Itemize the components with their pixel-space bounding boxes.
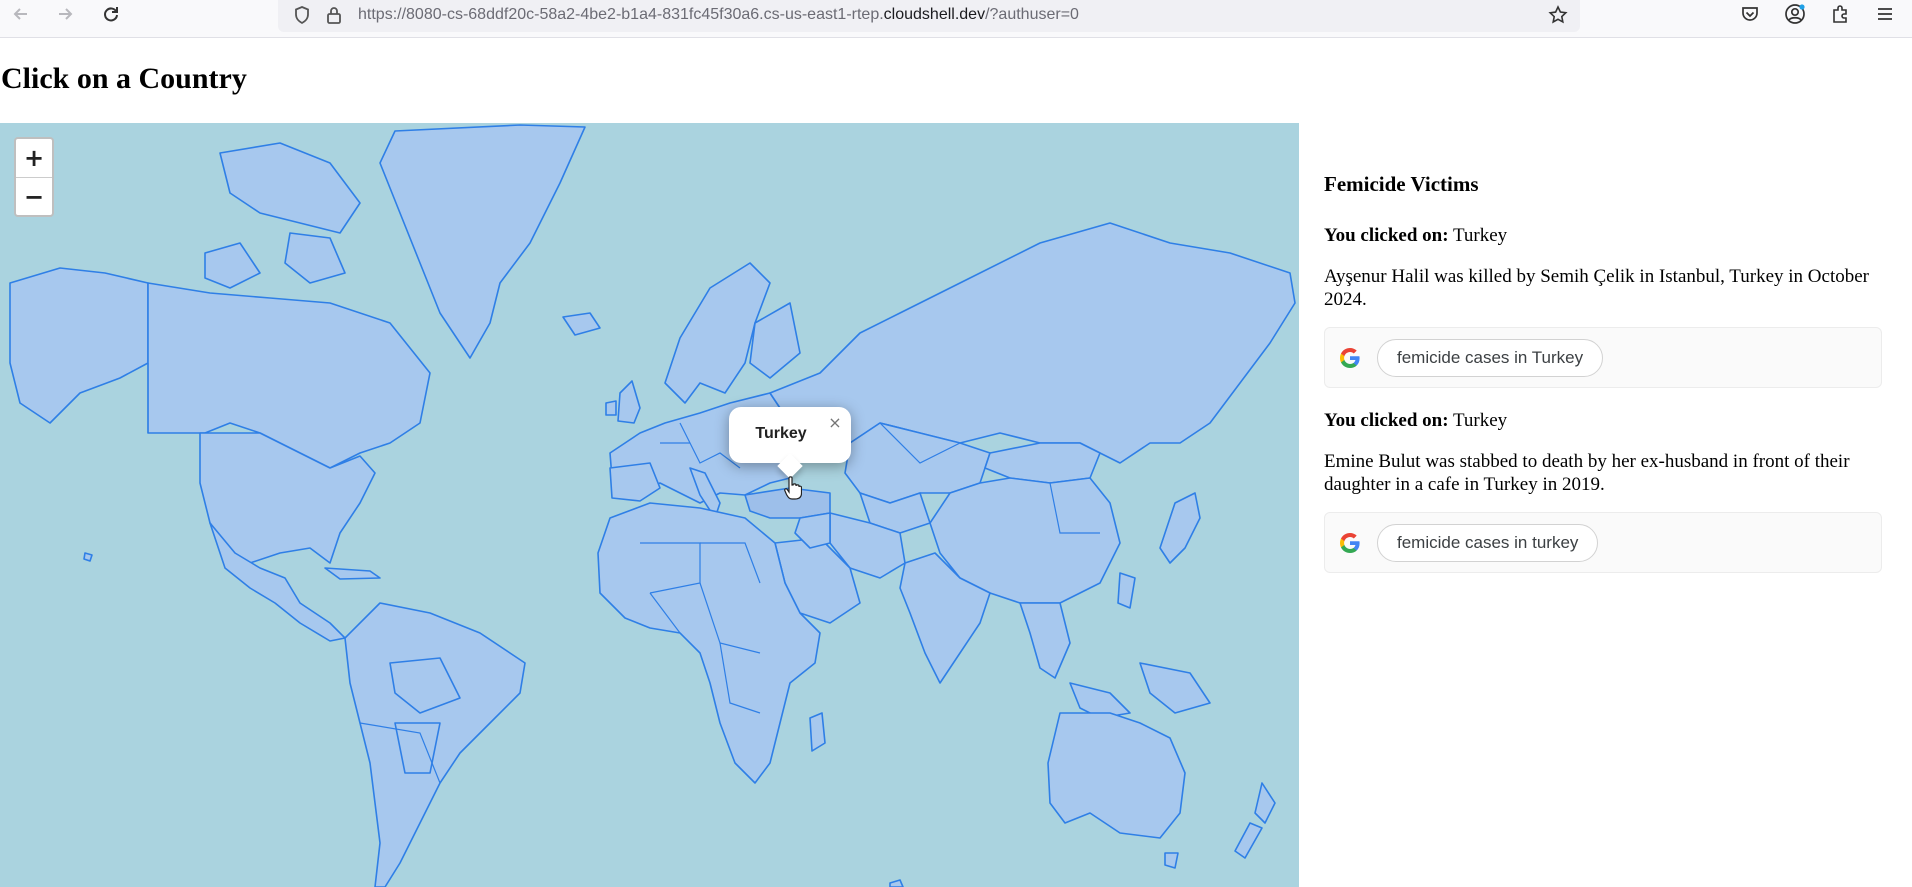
victim-story: Ayşenur Halil was killed by Semih Çelik … bbox=[1324, 266, 1869, 310]
search-chip[interactable]: femicide cases in turkey bbox=[1377, 524, 1599, 562]
country-greenland bbox=[379, 124, 586, 359]
victims-panel: Femicide Victims You clicked on: Turkey … bbox=[1324, 172, 1882, 595]
country-alaska bbox=[9, 267, 149, 424]
world-map[interactable]: + − Turkey × bbox=[0, 123, 1299, 887]
zoom-out-button[interactable]: − bbox=[16, 177, 52, 215]
clicked-label: You clicked on: bbox=[1324, 225, 1449, 246]
clicked-label: You clicked on: bbox=[1324, 410, 1449, 431]
account-icon[interactable] bbox=[1780, 0, 1810, 28]
page-title: Click on a Country bbox=[1, 62, 247, 95]
country-japan bbox=[1159, 492, 1201, 564]
google-search-suggestion: femicide cases in turkey bbox=[1324, 512, 1882, 573]
back-arrow-icon[interactable] bbox=[6, 0, 36, 28]
country-uk bbox=[617, 380, 641, 424]
address-bar[interactable]: https://8080-cs-68ddf20c-58a2-4be2-b1a4-… bbox=[278, 0, 1580, 32]
country-shapes[interactable] bbox=[0, 123, 1299, 887]
lock-icon[interactable] bbox=[322, 3, 346, 27]
popup-country-label: Turkey bbox=[755, 425, 807, 442]
country-canada-islands bbox=[219, 142, 361, 234]
zoom-in-button[interactable]: + bbox=[16, 139, 52, 177]
country-canada bbox=[147, 282, 431, 469]
clicked-country-line: You clicked on: Turkey bbox=[1324, 225, 1882, 247]
clicked-country: Turkey bbox=[1448, 225, 1508, 246]
clicked-country: Turkey bbox=[1448, 410, 1508, 431]
forward-arrow-icon[interactable] bbox=[50, 0, 80, 28]
clicked-country-line: You clicked on: Turkey bbox=[1324, 410, 1882, 432]
star-icon[interactable] bbox=[1546, 3, 1570, 27]
google-logo-icon bbox=[1340, 348, 1360, 368]
reload-icon[interactable] bbox=[96, 0, 126, 28]
google-logo-icon bbox=[1340, 533, 1360, 553]
victim-story: Emine Bulut was stabbed to death by her … bbox=[1324, 451, 1850, 495]
country-mongolia bbox=[984, 442, 1101, 484]
extensions-icon[interactable] bbox=[1825, 0, 1855, 28]
url-text: https://8080-cs-68ddf20c-58a2-4be2-b1a4-… bbox=[358, 6, 1079, 23]
country-australia bbox=[1047, 712, 1186, 839]
country-popup: Turkey × bbox=[729, 407, 851, 479]
popup-close-button[interactable]: × bbox=[825, 413, 845, 433]
pocket-icon[interactable] bbox=[1735, 0, 1765, 28]
hand-cursor-icon bbox=[784, 476, 802, 500]
panel-heading: Femicide Victims bbox=[1324, 172, 1479, 196]
browser-toolbar: https://8080-cs-68ddf20c-58a2-4be2-b1a4-… bbox=[0, 0, 1912, 38]
menu-icon[interactable] bbox=[1870, 0, 1900, 28]
country-spain bbox=[609, 462, 661, 502]
shield-icon[interactable] bbox=[290, 3, 314, 27]
google-search-suggestion: femicide cases in Turkey bbox=[1324, 327, 1882, 388]
search-chip[interactable]: femicide cases in Turkey bbox=[1377, 339, 1604, 377]
zoom-control: + − bbox=[14, 137, 54, 217]
